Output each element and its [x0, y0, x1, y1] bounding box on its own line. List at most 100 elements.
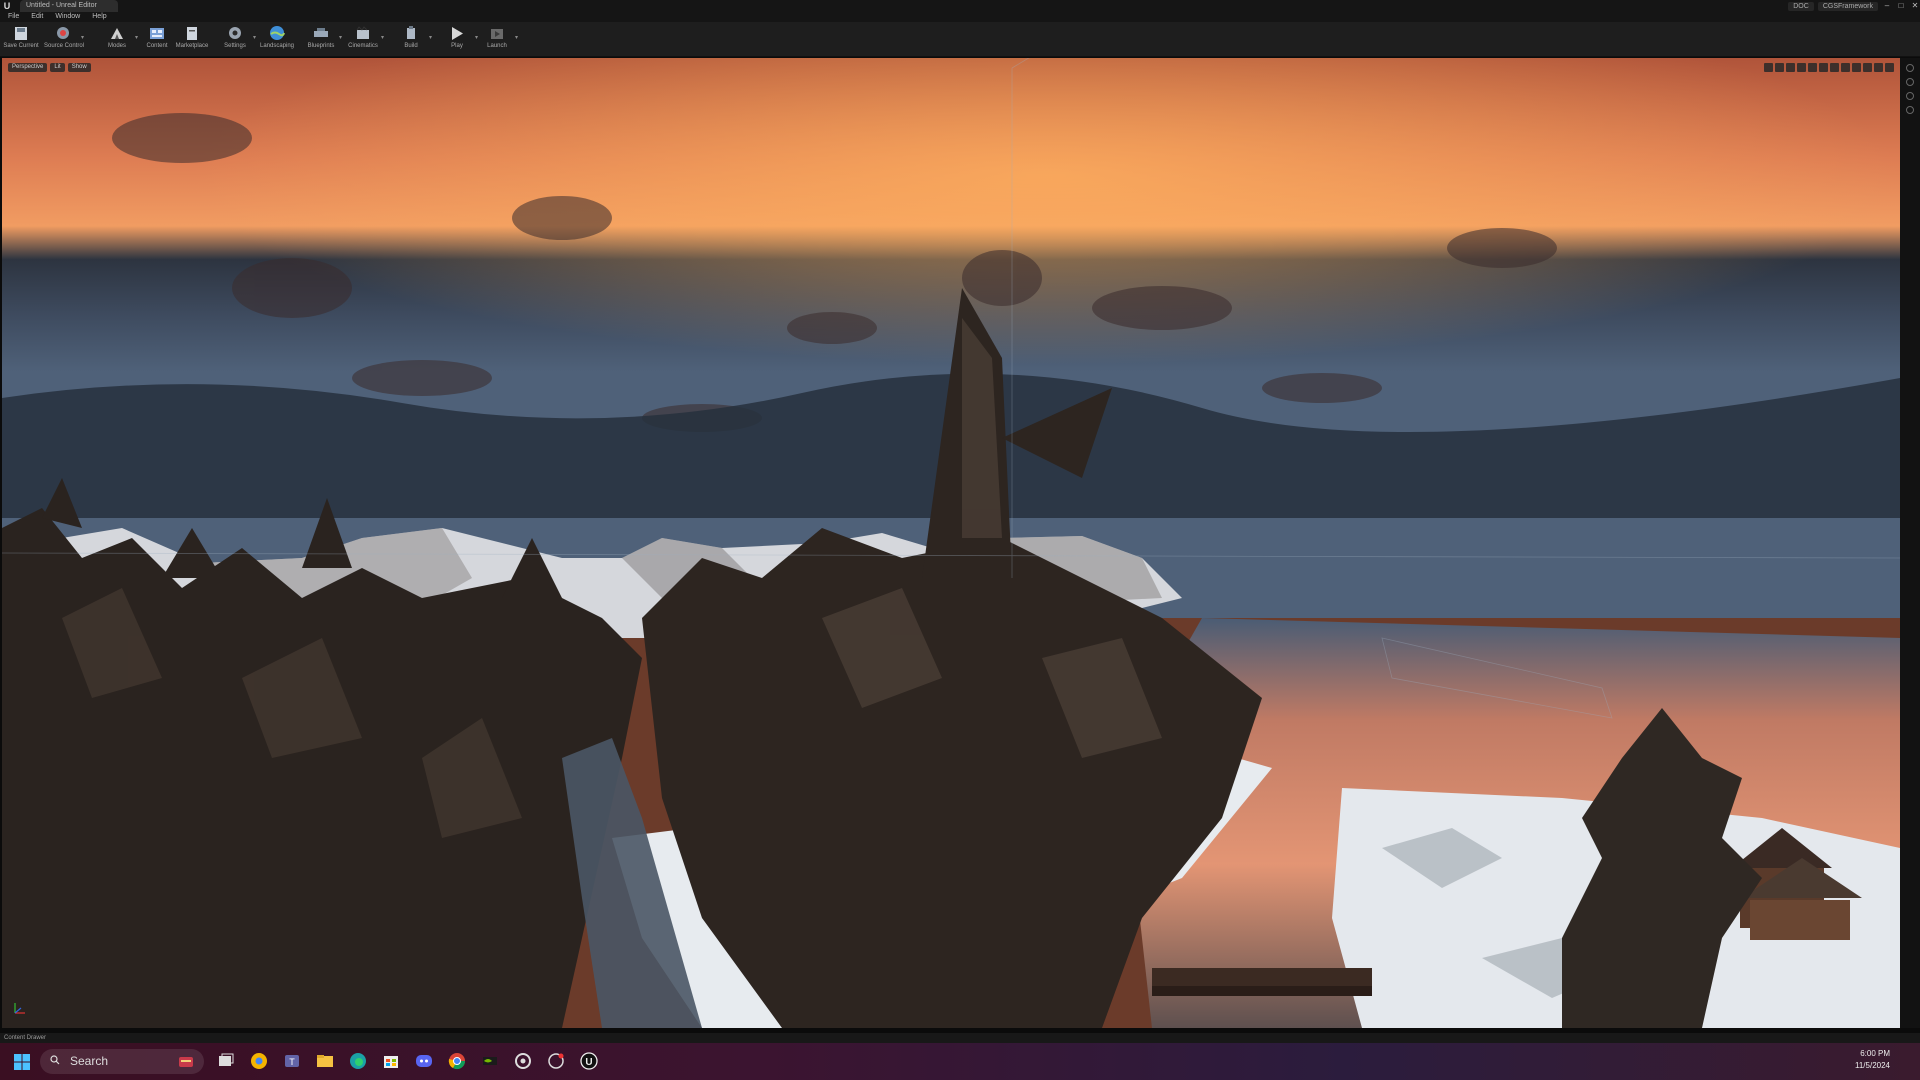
settings-button[interactable]: Settings ▾	[216, 24, 256, 54]
panel-toggle-icon[interactable]	[1906, 78, 1914, 86]
user-chip[interactable]: DOC	[1788, 1, 1814, 11]
axis-gizmo-icon	[14, 1003, 25, 1014]
svg-text:U: U	[585, 1057, 592, 1068]
status-bar: Content Drawer	[0, 1033, 1920, 1043]
rotation-size-icon[interactable]	[1852, 63, 1861, 72]
panel-toggle-icon[interactable]	[1906, 64, 1914, 72]
tool-label: Settings	[224, 43, 246, 49]
grid-size-icon[interactable]	[1830, 63, 1839, 72]
source-control-icon	[57, 27, 69, 39]
transform-icon[interactable]	[1764, 63, 1773, 72]
blueprints-icon	[314, 28, 328, 37]
chevron-down-icon[interactable]: ▾	[339, 34, 342, 41]
taskbar-search-box[interactable]: Search	[40, 1049, 204, 1074]
menu-file[interactable]: File	[8, 12, 19, 22]
menu-edit[interactable]: Edit	[31, 12, 43, 22]
world-local-icon[interactable]	[1797, 63, 1806, 72]
chrome-canary-icon[interactable]	[249, 1051, 269, 1071]
build-button[interactable]: Build ▾	[392, 24, 432, 54]
scale-snap-icon[interactable]	[1863, 63, 1872, 72]
minimize-button[interactable]: –	[1882, 0, 1892, 12]
launch-icon	[491, 29, 503, 39]
dock	[1152, 968, 1372, 996]
tool-label: Play	[451, 43, 463, 49]
project-chip[interactable]: CGSFramework	[1817, 1, 1878, 11]
clock-time: 6:00 PM	[1860, 1049, 1890, 1058]
save-current-button[interactable]: Save Current	[2, 24, 40, 54]
settings-icon[interactable]	[513, 1051, 533, 1071]
chevron-down-icon[interactable]: ▾	[515, 34, 518, 41]
content-drawer-button[interactable]: Content Drawer	[4, 1033, 46, 1043]
chevron-down-icon[interactable]: ▾	[381, 34, 384, 41]
edge-icon[interactable]	[348, 1051, 368, 1071]
nvidia-icon[interactable]	[480, 1051, 500, 1071]
grid-snap-icon[interactable]	[1819, 63, 1828, 72]
play-button[interactable]: Play ▾	[438, 24, 478, 54]
discord-icon[interactable]	[414, 1051, 434, 1071]
file-explorer-icon[interactable]	[315, 1051, 335, 1071]
main-toolbar: Save Current Source Control ▾ Modes ▾ Co…	[0, 22, 1920, 57]
store-icon[interactable]	[381, 1051, 401, 1071]
app-icon[interactable]	[546, 1051, 566, 1071]
rotation-snap-icon[interactable]	[1841, 63, 1850, 72]
tool-label: Modes	[107, 43, 126, 49]
maximize-viewport-icon[interactable]	[1885, 63, 1894, 72]
windows-start-icon[interactable]	[13, 1053, 31, 1071]
unreal-logo-icon: U	[3, 1, 11, 11]
marketplace-icon	[187, 27, 197, 40]
document-tab[interactable]: Untitled - Unreal Editor	[20, 0, 118, 12]
title-bar: U Untitled - Unreal Editor DOC CGSFramew…	[0, 0, 1920, 12]
unreal-engine-icon[interactable]: U	[579, 1051, 599, 1071]
settings-icon	[229, 27, 241, 39]
lit-button[interactable]: Lit	[50, 63, 65, 72]
surface-snap-icon[interactable]	[1808, 63, 1817, 72]
tool-label: Launch	[487, 43, 507, 49]
source-control-button[interactable]: Source Control ▾	[44, 24, 85, 54]
maximize-button[interactable]: □	[1896, 0, 1906, 12]
rotate-icon[interactable]	[1775, 63, 1784, 72]
play-icon	[452, 27, 463, 40]
teams-icon[interactable]: T	[282, 1051, 302, 1071]
viewport-left-controls: Perspective Lit Show	[8, 63, 91, 72]
tool-label: Blueprints	[307, 43, 335, 49]
build-icon	[407, 26, 415, 39]
chrome-icon[interactable]	[447, 1051, 467, 1071]
menu-window[interactable]: Window	[55, 12, 80, 22]
task-view-icon[interactable]	[216, 1051, 236, 1071]
system-clock[interactable]: 6:00 PM 11/5/2024	[1855, 1048, 1890, 1072]
camera-speed-icon[interactable]	[1874, 63, 1883, 72]
content-button[interactable]: Content	[138, 24, 176, 54]
show-button[interactable]: Show	[67, 63, 91, 72]
content-icon	[150, 28, 164, 39]
panel-toggle-icon[interactable]	[1906, 92, 1914, 100]
right-side-panel	[1900, 58, 1920, 1028]
perspective-button[interactable]: Perspective	[8, 63, 48, 72]
menu-help[interactable]: Help	[92, 12, 106, 22]
chevron-down-icon[interactable]: ▾	[429, 34, 432, 41]
tool-label: Build	[404, 43, 418, 49]
tool-label: Marketplace	[175, 43, 209, 49]
search-placeholder: Search	[70, 1054, 109, 1068]
close-button[interactable]: ✕	[1910, 0, 1920, 12]
scale-icon[interactable]	[1786, 63, 1795, 72]
marketplace-button[interactable]: Marketplace	[173, 24, 211, 54]
panel-toggle-icon[interactable]	[1906, 106, 1914, 114]
save-icon	[15, 27, 27, 40]
tool-label: Content	[146, 43, 168, 49]
scene-render[interactable]	[2, 58, 1900, 1028]
cinematics-icon	[356, 26, 369, 39]
modes-icon	[111, 28, 123, 39]
cinematics-button[interactable]: Cinematics ▾	[344, 24, 384, 54]
modes-button[interactable]: Modes ▾	[98, 24, 138, 54]
windows-taskbar: Search T U 6:00 PM 11/5/2024	[0, 1043, 1920, 1080]
tool-label: Source Control	[44, 43, 85, 49]
landscaping-button[interactable]: Landscaping	[258, 24, 296, 54]
blueprints-button[interactable]: Blueprints ▾	[302, 24, 342, 54]
chevron-down-icon[interactable]: ▾	[81, 34, 84, 41]
svg-text:T: T	[289, 1057, 295, 1067]
launch-button[interactable]: Launch ▾	[478, 24, 518, 54]
level-viewport[interactable]: Perspective Lit Show	[2, 58, 1900, 1028]
landscaping-icon	[270, 26, 285, 40]
search-icon	[50, 1055, 60, 1065]
chevron-down-icon[interactable]: ▾	[253, 34, 256, 41]
